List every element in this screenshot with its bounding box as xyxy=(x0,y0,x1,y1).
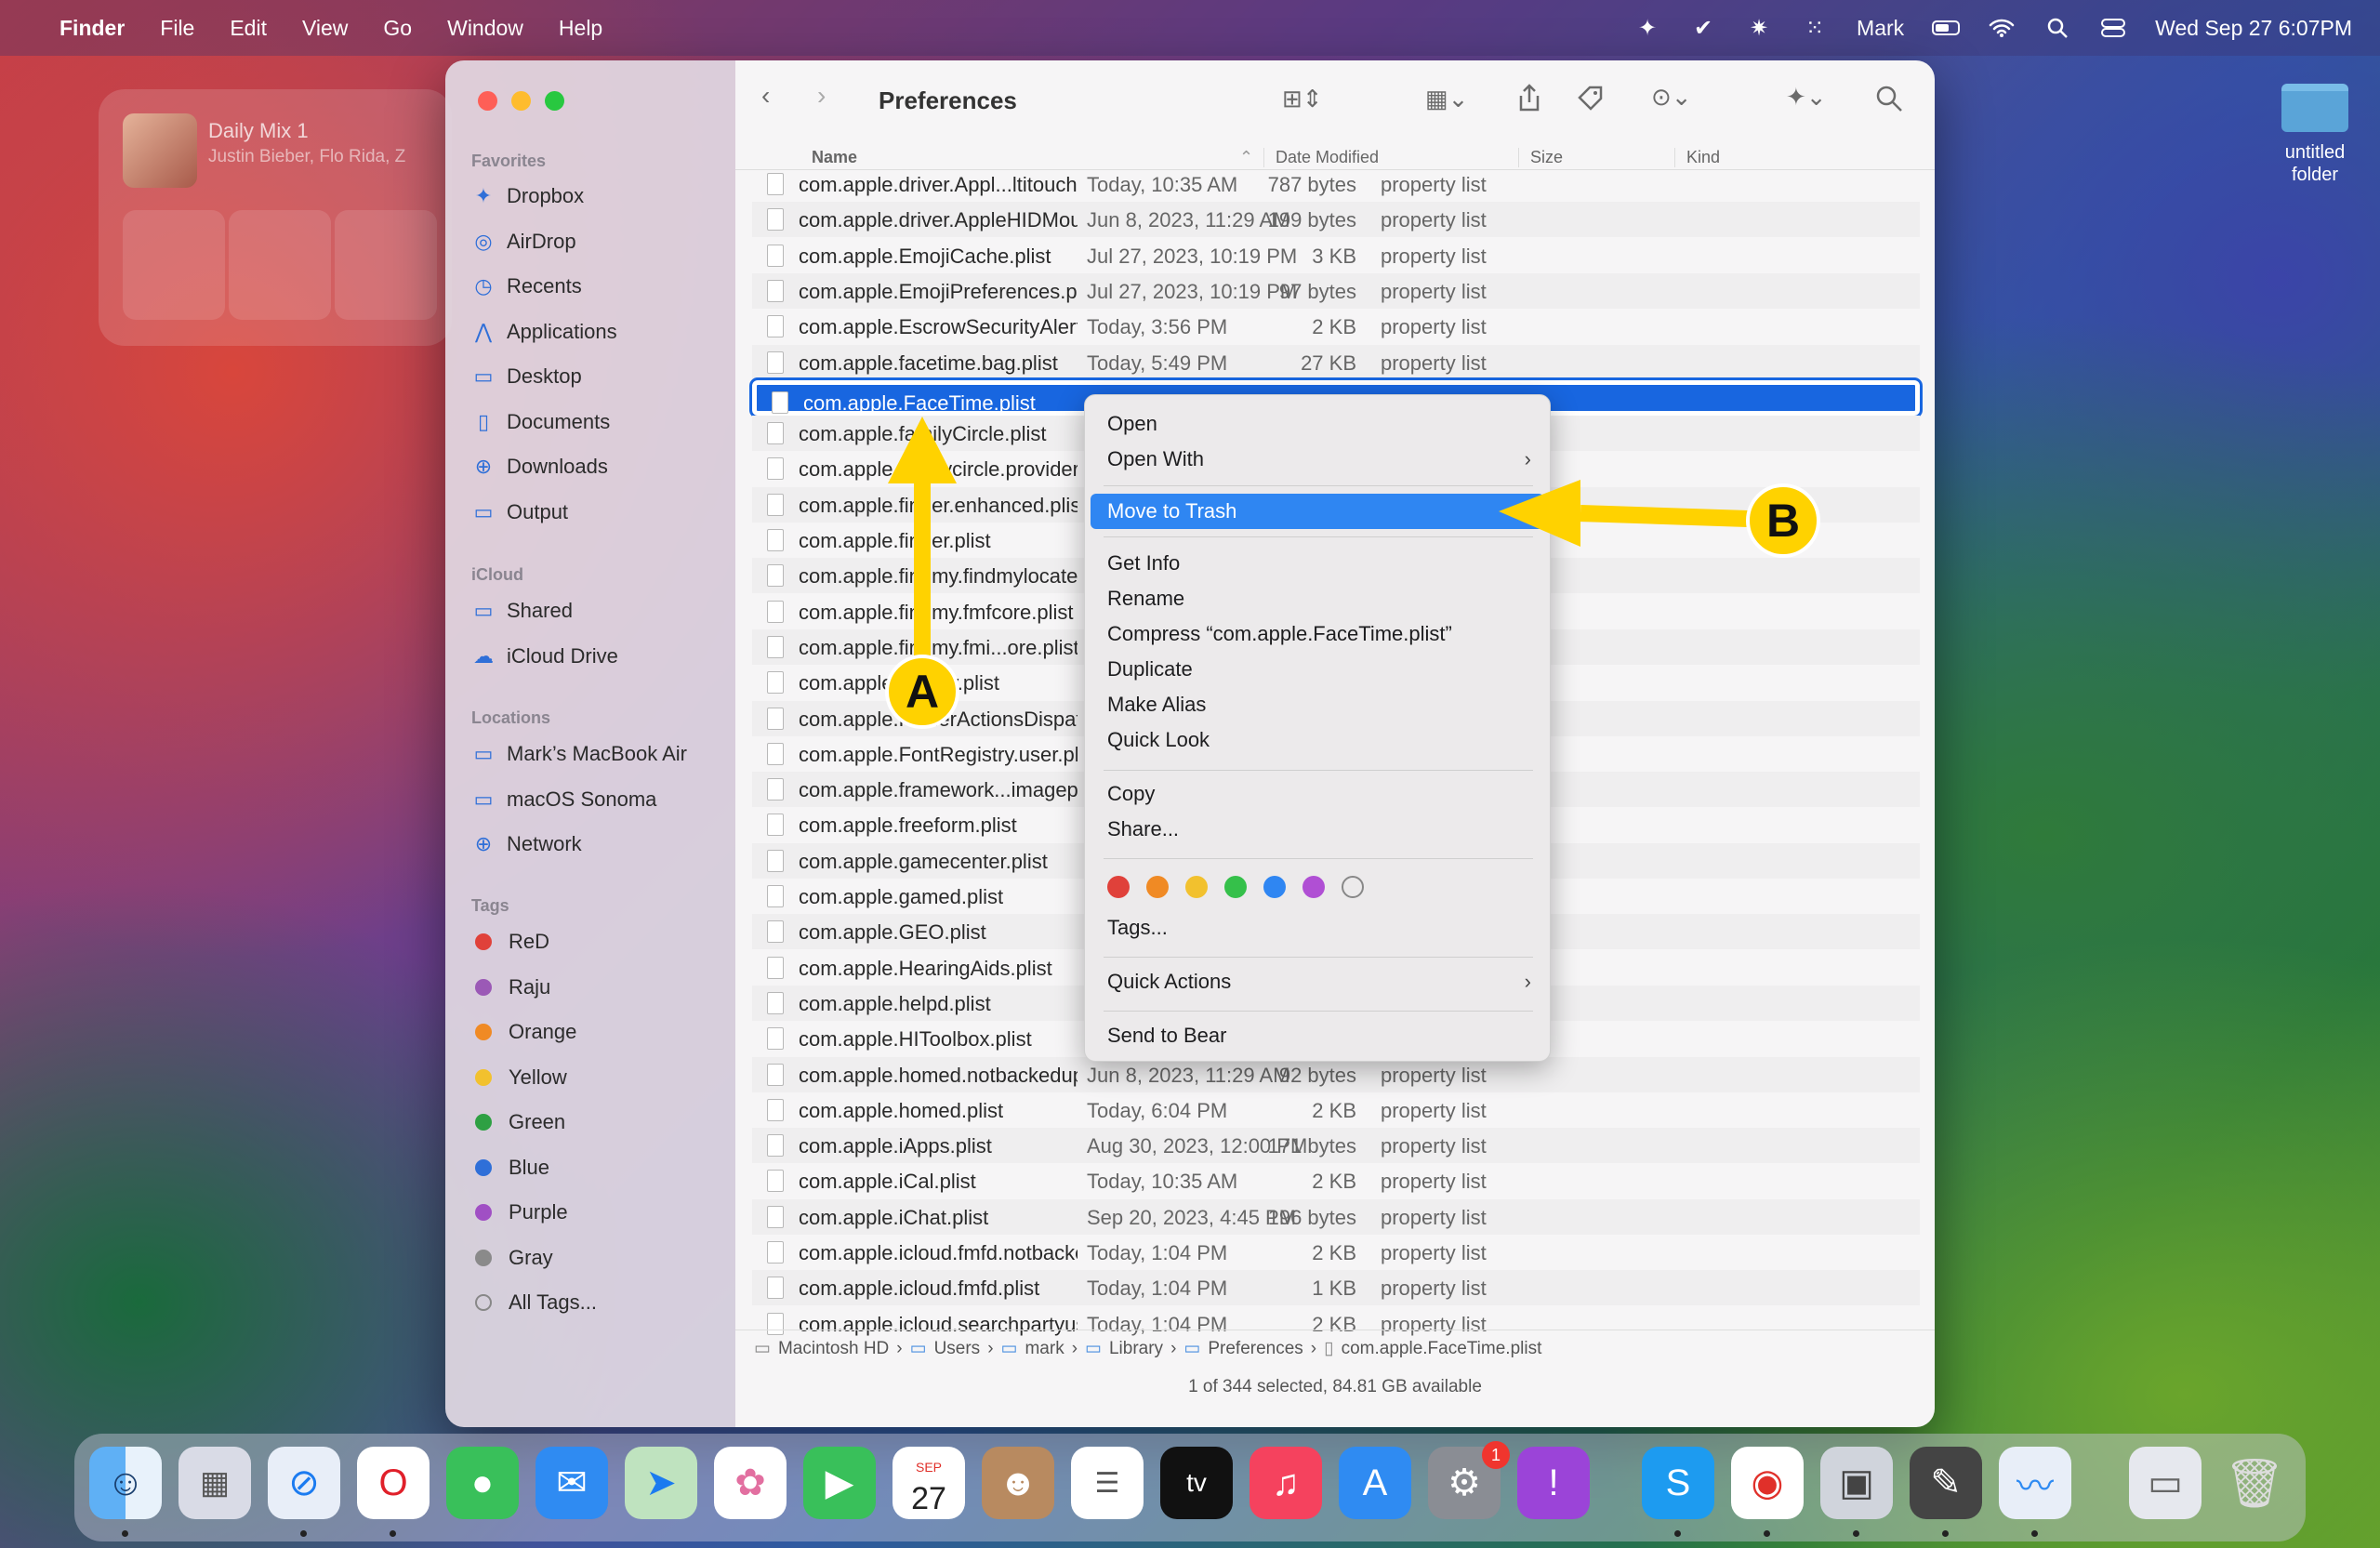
notification-badge: 1 xyxy=(1482,1441,1510,1469)
facetime-dock-icon[interactable]: ▶ xyxy=(803,1447,876,1519)
opera-dock-icon[interactable]: O xyxy=(357,1447,430,1519)
downloads-stack-dock-icon[interactable]: ▭ xyxy=(2129,1447,2202,1519)
annotation-arrows xyxy=(888,417,1749,662)
contacts-dock-icon[interactable]: ☻ xyxy=(982,1447,1054,1519)
calendar-month: SEP xyxy=(915,1460,942,1475)
feedback-dock-icon[interactable]: ! xyxy=(1517,1447,1590,1519)
annotation-badge-b: B xyxy=(1746,483,1820,558)
running-indicator xyxy=(122,1530,128,1537)
running-indicator xyxy=(1853,1530,1859,1537)
running-indicator xyxy=(1764,1530,1770,1537)
skype-dock-icon[interactable]: S xyxy=(1642,1447,1714,1519)
launchpad-dock-icon[interactable]: ▦ xyxy=(178,1447,251,1519)
freeform-dock-icon[interactable]: 〰 xyxy=(1999,1447,2071,1519)
dock: ☺ ▦ ⊘ O ● ✉ ➤ ✿ ▶ SEP 27 ☻ ☰ tv ♫ A ⚙ 1 … xyxy=(74,1434,2306,1541)
mail-dock-icon[interactable]: ✉ xyxy=(536,1447,608,1519)
running-indicator xyxy=(390,1530,396,1537)
annotation-badge-a: A xyxy=(885,655,959,729)
safari-dock-icon[interactable]: ⊘ xyxy=(268,1447,340,1519)
preview-dock-icon[interactable]: ▣ xyxy=(1820,1447,1893,1519)
photos-dock-icon[interactable]: ✿ xyxy=(714,1447,787,1519)
annotation-arrow-a xyxy=(888,417,957,662)
maps-dock-icon[interactable]: ➤ xyxy=(625,1447,697,1519)
running-indicator xyxy=(300,1530,307,1537)
trash-dock-icon[interactable]: 🗑 xyxy=(2218,1447,2291,1519)
running-indicator xyxy=(1674,1530,1681,1537)
annotation-arrow-b xyxy=(1499,480,1749,547)
reminders-dock-icon[interactable]: ☰ xyxy=(1071,1447,1144,1519)
calendar-dock-icon[interactable]: SEP 27 xyxy=(892,1447,965,1519)
messages-dock-icon[interactable]: ● xyxy=(446,1447,519,1519)
running-indicator xyxy=(1942,1530,1949,1537)
apple-tv-dock-icon[interactable]: tv xyxy=(1160,1447,1233,1519)
running-indicator xyxy=(2031,1530,2038,1537)
music-dock-icon[interactable]: ♫ xyxy=(1250,1447,1322,1519)
chrome-dock-icon[interactable]: ◉ xyxy=(1731,1447,1804,1519)
finder-dock-icon[interactable]: ☺ xyxy=(89,1447,162,1519)
app-store-dock-icon[interactable]: A xyxy=(1339,1447,1411,1519)
pencil-app-dock-icon[interactable]: ✎ xyxy=(1910,1447,1982,1519)
calendar-day: 27 xyxy=(911,1481,946,1516)
